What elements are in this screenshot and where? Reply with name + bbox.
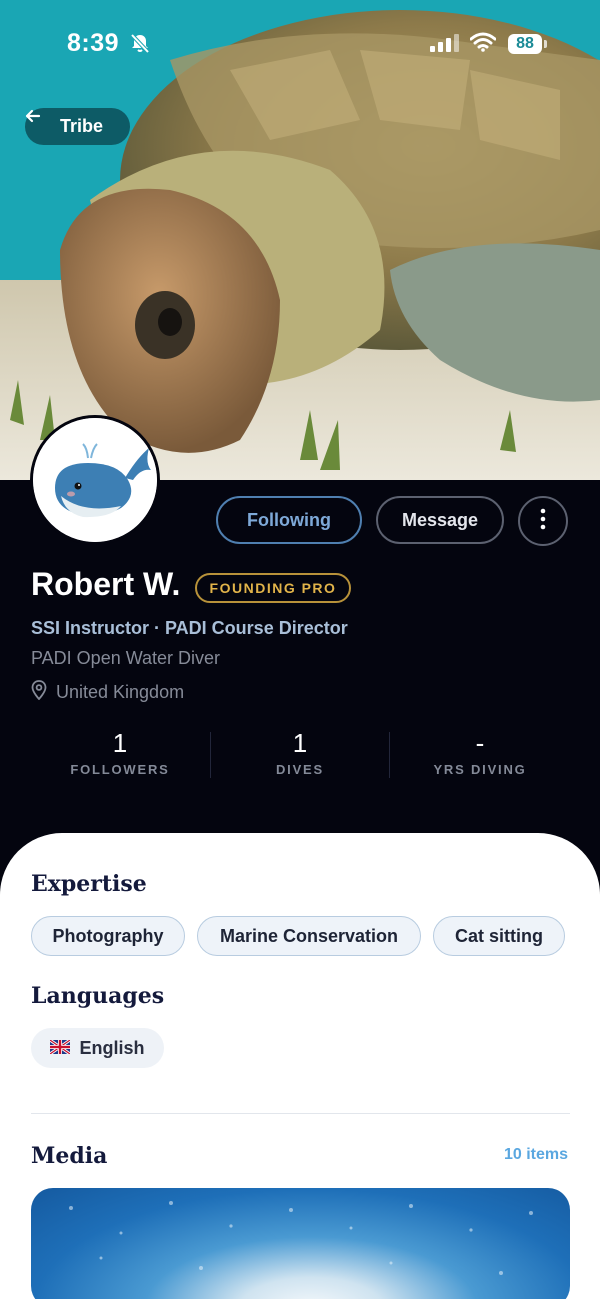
language-chip: English [31, 1028, 164, 1068]
founding-pro-badge: FOUNDING PRO [195, 573, 351, 603]
stat-value: 1 [292, 728, 308, 758]
uk-flag-icon [49, 1038, 72, 1059]
more-vertical-icon [540, 507, 546, 536]
profile-location: United Kingdom [31, 680, 184, 705]
languages-heading: Languages [31, 983, 165, 1009]
stat-label: FOLLOWERS [70, 762, 170, 777]
whale-avatar-image [33, 418, 157, 542]
status-bar: 8:39 88 [0, 0, 600, 90]
back-label: Tribe [59, 116, 103, 136]
profile-certification: PADI Open Water Diver [31, 648, 221, 668]
stat-years-diving: - YRS DIVING [390, 728, 570, 777]
underwater-photo [69, 1201, 533, 1275]
stat-dives[interactable]: 1 DIVES [210, 728, 390, 777]
stat-value: - [475, 728, 485, 758]
expertise-chip[interactable]: Photography [31, 916, 185, 956]
location-pin-icon [31, 680, 47, 705]
section-divider [31, 1113, 570, 1114]
clock: 8:39 [67, 29, 120, 57]
battery-cap [544, 40, 547, 48]
profile-stats: 1 FOLLOWERS 1 DIVES - YRS DIVING [30, 728, 570, 788]
profile-headline: SSI Instructor · PADI Course Director [31, 618, 348, 638]
avatar[interactable] [30, 415, 160, 545]
expertise-chip[interactable]: Cat sitting [433, 916, 565, 956]
stat-label: YRS DIVING [433, 762, 527, 777]
language-name: English [79, 1037, 145, 1058]
stat-followers[interactable]: 1 FOLLOWERS [30, 728, 210, 777]
media-count-link[interactable]: 10 items [504, 1146, 568, 1164]
more-options-button[interactable] [518, 496, 568, 546]
media-heading: Media [31, 1143, 108, 1169]
battery-icon: 88 [508, 34, 542, 54]
stat-label: DIVES [275, 762, 324, 777]
location-text: United Kingdom [56, 682, 185, 702]
expertise-heading: Expertise [31, 871, 147, 897]
stat-value: 1 [112, 728, 128, 758]
following-button[interactable]: Following [216, 496, 362, 544]
profile-name: Robert W. [31, 566, 181, 602]
cover-photo: 8:39 88 Tribe [0, 0, 600, 480]
profile-screen: 8:39 88 Tribe Following Message Robert W… [0, 0, 600, 1299]
expertise-chip[interactable]: Marine Conservation [197, 916, 421, 956]
message-button[interactable]: Message [376, 496, 504, 544]
back-button[interactable]: Tribe [25, 108, 130, 145]
media-thumbnail[interactable] [31, 1188, 570, 1299]
